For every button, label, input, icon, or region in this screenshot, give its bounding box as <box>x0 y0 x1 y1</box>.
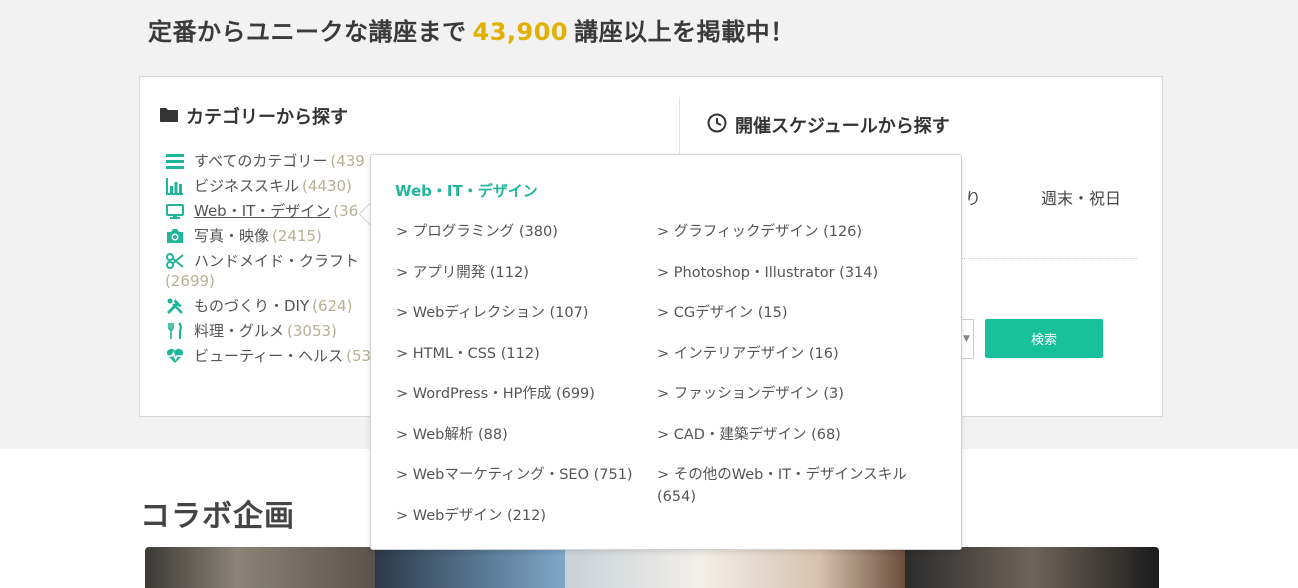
category-item-all[interactable]: すべてのカテゴリー (439 <box>165 151 375 171</box>
subcategory-link[interactable]: > Web解析 (88) <box>396 424 646 465</box>
category-count: (53 <box>346 347 372 365</box>
subcategory-link[interactable]: > Webディレクション (107) <box>396 302 646 343</box>
category-label: Web・IT・デザイン <box>194 202 331 220</box>
banner-photo <box>375 547 565 588</box>
monitor-icon <box>165 201 185 221</box>
headline-course-count: 43,900 <box>472 18 569 46</box>
popup-title[interactable]: Web・IT・デザイン <box>395 180 538 201</box>
category-count: (439 <box>330 152 365 170</box>
category-list: すべてのカテゴリー (439 ビジネススキル (4430) Web・IT・デザイン(… <box>165 151 375 371</box>
subcategory-link[interactable]: > ファッションデザイン (3) <box>657 383 907 424</box>
banner-photo <box>145 547 375 588</box>
category-count: (2415) <box>272 227 322 245</box>
tools-icon <box>165 296 185 316</box>
area-select-dropdown[interactable]: ▼ <box>960 319 974 359</box>
subcategory-link[interactable]: > Photoshop・Illustrator (314) <box>657 262 907 303</box>
bar-chart-icon <box>165 176 185 196</box>
subcategory-link[interactable]: > CGデザイン (15) <box>657 302 907 343</box>
category-item-cooking-gourmet[interactable]: 料理・グルメ (3053) <box>165 321 375 341</box>
subcategory-popup: Web・IT・デザイン > プログラミング (380) > アプリ開発 (112… <box>370 154 962 550</box>
category-item-business[interactable]: ビジネススキル (4430) <box>165 176 375 196</box>
category-label: 料理・グルメ <box>194 322 285 340</box>
subcategory-link[interactable]: > グラフィックデザイン (126) <box>657 221 907 262</box>
category-count: (2699) <box>165 272 215 290</box>
category-section-title: カテゴリーから探す <box>160 103 348 129</box>
category-label: ビューティー・ヘルス <box>194 347 344 365</box>
schedule-section-title: 開催スケジュールから探す <box>707 112 950 138</box>
category-label: すべてのカテゴリー <box>194 152 328 170</box>
category-count: (624) <box>312 297 353 315</box>
category-section-title-text: カテゴリーから探す <box>186 107 348 128</box>
banner-photo <box>905 547 1159 588</box>
page-headline: 定番からユニークな講座まで 43,900 講座以上を掲載中！ <box>148 12 795 47</box>
subcategory-link[interactable]: > Webマーケティング・SEO (751) <box>396 464 646 505</box>
subcategory-link[interactable]: > CAD・建築デザイン (68) <box>657 424 907 465</box>
category-item-monozukuri-diy[interactable]: ものづくり・DIY (624) <box>165 296 375 316</box>
subcategory-link[interactable]: > Webデザイン (212) <box>396 505 646 546</box>
cutlery-icon <box>165 321 185 341</box>
schedule-option-weekend[interactable]: 週末・祝日 <box>1041 185 1121 209</box>
subcategory-link[interactable]: > プログラミング (380) <box>396 221 646 262</box>
headline-prefix: 定番からユニークな講座まで <box>148 18 467 46</box>
heartbeat-icon <box>165 346 185 366</box>
chevron-down-icon: ▼ <box>963 334 970 344</box>
schedule-section-title-text: 開催スケジュールから探す <box>735 116 950 137</box>
category-item-beauty-health[interactable]: ビューティー・ヘルス (53 <box>165 346 375 366</box>
list-icon <box>165 151 185 171</box>
schedule-option-partial[interactable]: り <box>965 185 981 209</box>
subcategory-column-right: > グラフィックデザイン (126) > Photoshop・Illustrat… <box>657 221 907 505</box>
collab-section-title: コラボ企画 <box>140 499 295 534</box>
banner-photo <box>565 547 905 588</box>
subcategory-link[interactable]: > インテリアデザイン (16) <box>657 343 907 384</box>
camera-icon <box>165 226 185 246</box>
category-label: 写真・映像 <box>194 227 270 245</box>
subcategory-link[interactable]: > アプリ開発 (112) <box>396 262 646 303</box>
category-count: (4430) <box>302 177 352 195</box>
subcategory-link[interactable]: > その他のWeb・IT・デザインスキル (654) <box>657 464 907 505</box>
subcategory-link[interactable]: > HTML・CSS (112) <box>396 343 646 384</box>
category-item-handmade-craft[interactable]: ハンドメイド・クラフト (2699) <box>165 251 375 291</box>
category-item-web-it-design[interactable]: Web・IT・デザイン (36 <box>165 201 375 221</box>
clock-icon <box>707 113 727 138</box>
category-count: (36 <box>333 202 359 220</box>
subcategory-column-left: > プログラミング (380) > アプリ開発 (112) > Webディレクシ… <box>396 221 646 545</box>
subcategory-link[interactable]: > WordPress・HP作成 (699) <box>396 383 646 424</box>
category-label: ものづくり・DIY <box>194 297 310 315</box>
search-button[interactable]: 検索 <box>985 319 1103 358</box>
category-label: ハンドメイド・クラフト <box>194 252 360 270</box>
headline-suffix: 講座以上を掲載中！ <box>574 18 795 46</box>
collab-banner-images[interactable] <box>145 547 1159 588</box>
scissors-icon <box>165 251 185 271</box>
folder-icon <box>160 106 178 127</box>
category-count: (3053) <box>287 322 337 340</box>
category-label: ビジネススキル <box>194 177 300 195</box>
category-item-photo-video[interactable]: 写真・映像 (2415) <box>165 226 375 246</box>
